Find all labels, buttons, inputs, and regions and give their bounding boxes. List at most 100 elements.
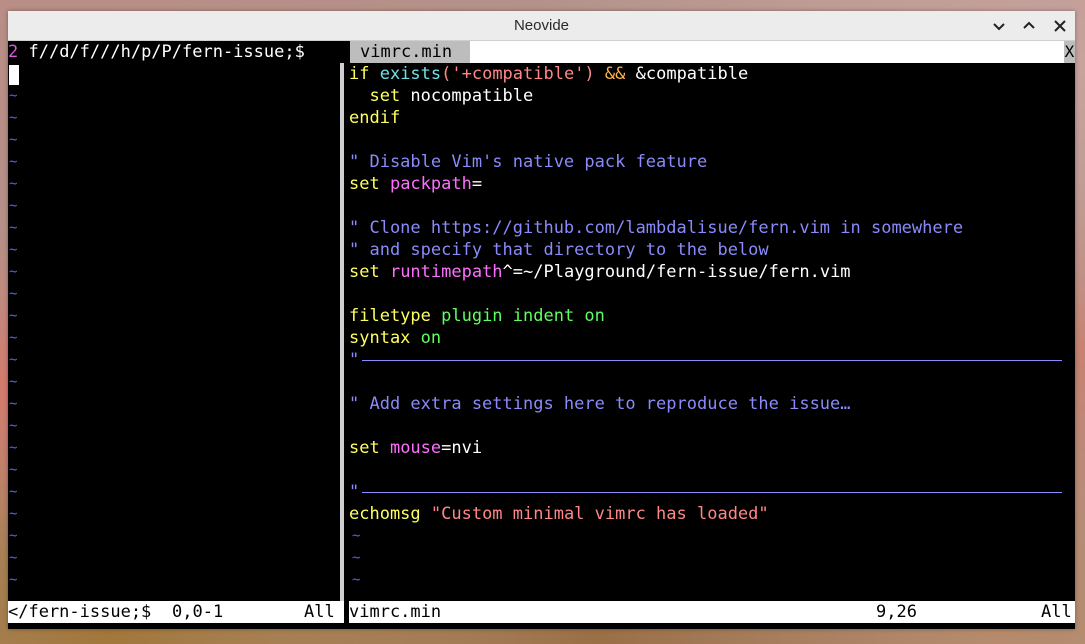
code-token: if	[349, 64, 380, 84]
empty-line-marker: ~	[9, 330, 18, 346]
empty-line-marker: ~	[9, 418, 18, 434]
status-position: 0,0-1	[172, 602, 224, 622]
tab-close-button[interactable]: X	[1064, 41, 1075, 63]
code-token: plugin indent on	[441, 306, 605, 326]
code-line-12: filetype plugin indent on	[349, 305, 605, 327]
code-line-9: " and specify that directory to the belo…	[349, 239, 769, 261]
minimize-button[interactable]	[990, 17, 1008, 35]
tab-window-count: 2	[8, 42, 19, 62]
empty-line-marker: ~	[9, 484, 18, 500]
code-token: nocompatible	[410, 86, 534, 106]
code-token: filetype	[349, 306, 442, 326]
code-token: set	[349, 86, 411, 106]
code-token: &&	[594, 64, 636, 84]
tabline: 2 f//d/f///h/p/P/fern-issue;$ vimrc.min …	[8, 41, 1075, 63]
code-line-6: set packpath=	[349, 173, 482, 195]
code-token: ^=~/Playground/fern-issue/fern.vim	[502, 262, 851, 282]
empty-line-marker: ~	[9, 352, 18, 368]
code-token: packpath	[389, 174, 472, 194]
tab-label: f//d/f///h/p/P/fern-issue;$	[18, 42, 316, 62]
code-line-18: set mouse=nvi	[349, 437, 482, 459]
code-line-14: "	[349, 349, 359, 371]
empty-line-marker: ~	[9, 198, 18, 214]
code-token: syntax	[349, 328, 421, 348]
code-comment: " and specify that directory to the belo…	[349, 240, 769, 260]
empty-line-marker: ~	[9, 396, 18, 412]
empty-line-marker: ~	[9, 88, 18, 104]
empty-line-marker: ~	[9, 286, 18, 302]
code-line-10: set runtimepath^=~/Playground/fern-issue…	[349, 261, 851, 283]
empty-line-marker: ~	[9, 110, 18, 126]
empty-line-marker: ~	[9, 572, 18, 588]
empty-line-marker: ~	[9, 374, 18, 390]
text-cursor	[9, 65, 19, 85]
code-line-2: set nocompatible	[349, 85, 533, 107]
tab-fern-issue[interactable]: 2 f//d/f///h/p/P/fern-issue;$	[8, 41, 348, 63]
code-token: on	[420, 328, 442, 348]
vimrc-pane[interactable]: if exists('+compatible') && &compatible …	[349, 63, 1075, 601]
empty-line-marker: ~	[9, 220, 18, 236]
code-line-8: " Clone https://github.com/lambdalisue/f…	[349, 217, 963, 239]
command-line[interactable]	[8, 623, 1075, 629]
status-filename: vimrc.min	[349, 602, 442, 622]
empty-line-marker: ~	[352, 550, 361, 566]
statusline-right[interactable]: vimrc.min 9,26 All	[349, 601, 1075, 623]
maximize-button[interactable]	[1020, 17, 1038, 35]
code-token: exists	[379, 64, 442, 84]
close-button[interactable]	[1051, 17, 1069, 35]
code-token: =nvi	[441, 438, 483, 458]
empty-line-marker: ~	[9, 528, 18, 544]
neovide-window: Neovide 2 f//d/f///h/p/P/fern-issue;$ vi…	[8, 11, 1075, 629]
code-token: ('+compatible')	[441, 64, 595, 84]
statusline-left[interactable]: </fern-issue;$ 0,0-1 All	[8, 601, 344, 623]
empty-line-marker: ~	[9, 308, 18, 324]
code-line-16: " Add extra settings here to reproduce t…	[349, 393, 851, 415]
code-line-3: endif	[349, 107, 400, 129]
empty-line-marker: ~	[9, 440, 18, 456]
fern-pane[interactable]: ~ ~ ~ ~ ~ ~ ~ ~ ~ ~ ~ ~ ~ ~ ~ ~ ~ ~ ~ ~ …	[8, 63, 340, 601]
empty-line-marker: ~	[9, 132, 18, 148]
comment-rule	[362, 492, 1062, 493]
code-comment: "	[349, 482, 360, 502]
code-token: set	[349, 262, 390, 282]
code-line-13: syntax on	[349, 327, 441, 349]
empty-line-marker: ~	[9, 242, 18, 258]
status-scroll: All	[304, 602, 335, 622]
empty-line-marker: ~	[9, 550, 18, 566]
code-token: runtimepath	[389, 262, 503, 282]
code-comment: "	[349, 350, 360, 370]
empty-line-marker: ~	[352, 528, 361, 544]
comment-rule	[362, 360, 1062, 361]
code-token: echomsg	[349, 504, 431, 524]
tabline-fill	[470, 41, 1064, 63]
tab-vimrc-min[interactable]: vimrc.min	[350, 41, 470, 63]
code-token: "Custom minimal vimrc has loaded"	[430, 504, 769, 524]
status-filename: </fern-issue;$	[8, 602, 152, 622]
empty-line-marker: ~	[9, 176, 18, 192]
status-position: 9,26	[876, 602, 917, 622]
empty-line-marker: ~	[352, 572, 361, 588]
code-comment: " Clone https://github.com/lambdalisue/f…	[349, 218, 964, 238]
code-comment: " Add extra settings here to reproduce t…	[349, 394, 851, 414]
code-token: endif	[349, 108, 401, 128]
code-line-21: echomsg "Custom minimal vimrc has loaded…	[349, 503, 769, 525]
chevron-down-icon	[993, 23, 1005, 31]
editor-area[interactable]: 2 f//d/f///h/p/P/fern-issue;$ vimrc.min …	[8, 41, 1075, 629]
code-token: =	[471, 174, 483, 194]
code-line-20: "	[349, 481, 359, 503]
code-token: mouse	[389, 438, 442, 458]
code-line-5: " Disable Vim's native pack feature	[349, 151, 707, 173]
window-title: Neovide	[513, 17, 570, 34]
title-bar[interactable]: Neovide	[8, 11, 1075, 41]
code-token: set	[349, 438, 390, 458]
status-scroll: All	[1041, 602, 1072, 622]
code-token: set	[349, 174, 390, 194]
chevron-up-icon	[1023, 21, 1035, 29]
code-line-1: if exists('+compatible') && &compatible	[349, 63, 748, 85]
empty-line-marker: ~	[9, 154, 18, 170]
code-comment: " Disable Vim's native pack feature	[349, 152, 708, 172]
statusline: </fern-issue;$ 0,0-1 All vimrc.min 9,26 …	[8, 601, 1075, 623]
empty-line-marker: ~	[9, 264, 18, 280]
empty-line-marker: ~	[9, 506, 18, 522]
code-token: &compatible	[635, 64, 749, 84]
